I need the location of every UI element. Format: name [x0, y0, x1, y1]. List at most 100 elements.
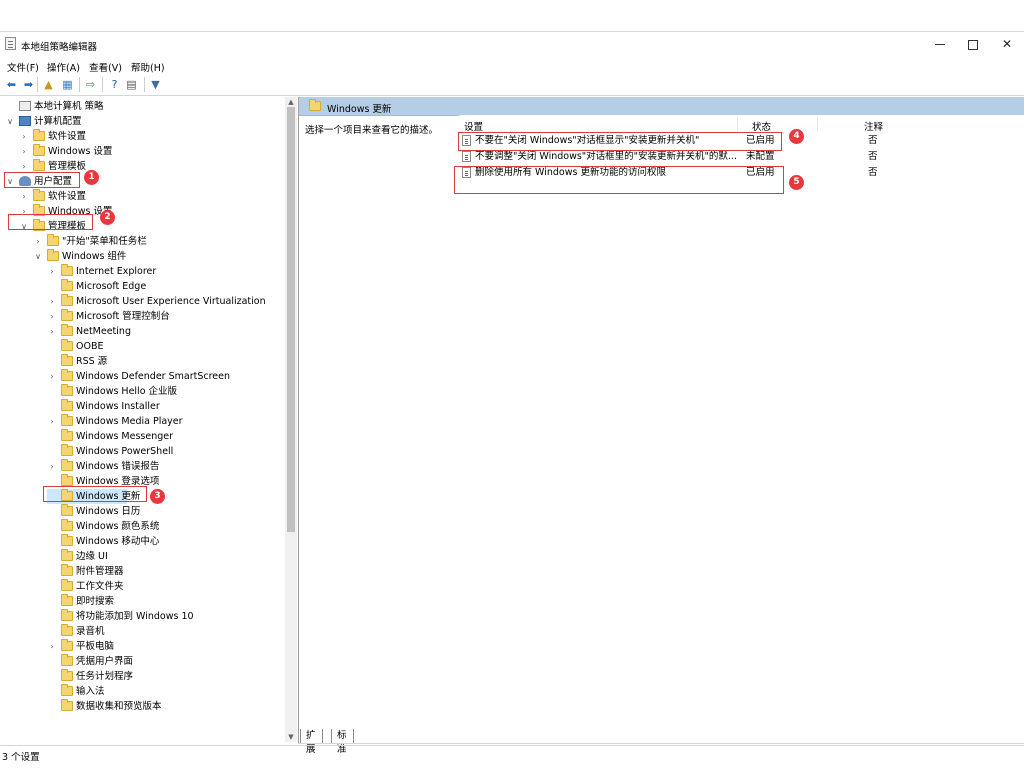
folder-icon: [61, 609, 73, 621]
tree-item-label: Microsoft User Experience Virtualization: [76, 296, 266, 307]
minimize-button[interactable]: [923, 32, 957, 57]
tree-item-label: Windows 移动中心: [76, 536, 160, 547]
folder-icon: [61, 519, 73, 531]
help-icon[interactable]: ?: [107, 77, 122, 92]
setting-comment: 否: [868, 151, 878, 162]
chevron-right-icon[interactable]: ›: [19, 144, 29, 159]
tab-standard[interactable]: 标准: [331, 729, 354, 755]
setting-name: 不要调整"关闭 Windows"对话框里的"安装更新并关机"的默...: [475, 151, 737, 162]
column-setting[interactable]: 设置: [464, 119, 483, 133]
tree-item-label: 即时搜索: [76, 596, 115, 607]
toolbar-separator: [79, 77, 80, 92]
tree-item-label: 录音机: [76, 626, 105, 637]
tree-item-label: Windows 设置: [48, 146, 113, 157]
column-comment[interactable]: 注释: [864, 119, 883, 133]
chevron-right-icon[interactable]: ›: [47, 369, 57, 384]
folder-icon: [61, 279, 73, 291]
title-bar: 本地组策略编辑器 ✕: [0, 32, 1024, 57]
policy-setting-icon: [462, 151, 471, 162]
highlight-user-config: [4, 172, 80, 188]
tree-item-label: Windows Hello 企业版: [76, 386, 178, 397]
folder-icon: [61, 399, 73, 411]
maximize-button[interactable]: [956, 32, 990, 57]
details-header: Windows 更新: [299, 97, 1024, 116]
folder-icon: [61, 579, 73, 591]
folder-icon: [61, 684, 73, 696]
menu-action[interactable]: 操作(A): [47, 60, 80, 74]
tree-item-label: OOBE: [76, 341, 104, 352]
back-arrow-icon[interactable]: ⬅: [4, 77, 19, 92]
folder-icon: [309, 99, 321, 111]
folder-icon: [61, 264, 73, 276]
chevron-right-icon[interactable]: ›: [47, 414, 57, 429]
settings-list: 设置 状态 注释 不要在"关闭 Windows"对话框显示"安装更新并关机" 已启…: [454, 115, 1024, 725]
chevron-right-icon[interactable]: ›: [47, 324, 57, 339]
chevron-right-icon[interactable]: ›: [19, 129, 29, 144]
menu-help[interactable]: 帮助(H): [131, 60, 165, 74]
tree-item-label: 将功能添加到 Windows 10: [76, 611, 194, 622]
tree-item-label: Microsoft Edge: [76, 281, 147, 292]
up-folder-icon[interactable]: ▲: [41, 77, 56, 92]
tree-item-label: 任务计划程序: [76, 671, 134, 682]
forward-arrow-icon[interactable]: ➡: [21, 77, 36, 92]
setting-row[interactable]: 不要调整"关闭 Windows"对话框里的"安装更新并关机"的默... 未配置 否: [454, 149, 1024, 164]
show-hide-tree-icon[interactable]: ▦: [60, 77, 75, 92]
bottom-divider: [298, 743, 1024, 744]
tree-item-label: Windows Installer: [76, 401, 160, 412]
menu-bar: 文件(F) 操作(A) 查看(V) 帮助(H): [0, 58, 1024, 74]
scroll-down-icon[interactable]: ▼: [285, 732, 297, 742]
setting-comment: 否: [868, 167, 878, 178]
tab-extended[interactable]: 扩展: [300, 729, 323, 755]
chevron-down-icon[interactable]: ∨: [5, 114, 15, 129]
folder-icon: [61, 549, 73, 561]
chevron-right-icon[interactable]: ›: [47, 294, 57, 309]
chevron-right-icon[interactable]: ›: [47, 264, 57, 279]
menu-file[interactable]: 文件(F): [7, 60, 39, 74]
folder-icon: [61, 444, 73, 456]
tree-item-label: Windows Media Player: [76, 416, 183, 427]
highlight-setting-1: [458, 132, 782, 151]
close-button[interactable]: ✕: [990, 32, 1024, 57]
filter-icon[interactable]: ▼: [148, 77, 163, 92]
tree-item-label: Windows 错误报告: [76, 461, 160, 472]
folder-icon: [33, 129, 45, 141]
folder-icon: [33, 144, 45, 156]
folder-icon: [61, 504, 73, 516]
folder-icon: [61, 474, 73, 486]
tree-item-label: 平板电脑: [76, 641, 115, 652]
folder-icon: [61, 294, 73, 306]
tree-item-label: 软件设置: [48, 191, 87, 202]
toolbar-divider: [0, 95, 1024, 96]
annotation-badge-2: 2: [100, 210, 115, 225]
tree-item-label: Windows 组件: [62, 251, 127, 262]
column-state[interactable]: 状态: [752, 119, 771, 133]
folder-icon: [33, 159, 45, 171]
column-divider[interactable]: [817, 118, 818, 130]
toolbar: ⬅ ➡ ▲ ▦ ⇨? ▤ ▼: [0, 74, 1024, 94]
folder-icon: [61, 354, 73, 366]
scroll-thumb[interactable]: [287, 107, 295, 532]
folder-icon: [61, 639, 73, 651]
chevron-right-icon[interactable]: ›: [33, 234, 43, 249]
column-divider[interactable]: [737, 118, 738, 130]
highlight-windows-update: [43, 486, 147, 502]
scroll-up-icon[interactable]: ▲: [285, 97, 297, 107]
chevron-right-icon[interactable]: ›: [47, 459, 57, 474]
annotation-badge-1: 1: [84, 170, 99, 185]
folder-icon: [61, 669, 73, 681]
tree-item-label: "开始"菜单和任务栏: [62, 236, 147, 247]
export-list-icon[interactable]: ⇨: [83, 77, 98, 92]
status-bar: 3 个设置: [0, 745, 1024, 763]
menu-view[interactable]: 查看(V): [89, 60, 122, 74]
highlight-admin-templates: [8, 214, 93, 230]
setting-state: 未配置: [746, 151, 775, 162]
chevron-right-icon[interactable]: ›: [47, 639, 57, 654]
tree-item-label: Windows 日历: [76, 506, 141, 517]
folder-icon: [61, 384, 73, 396]
chevron-down-icon[interactable]: ∨: [33, 249, 43, 264]
chevron-right-icon[interactable]: ›: [47, 309, 57, 324]
properties-icon[interactable]: ▤: [124, 77, 139, 92]
computer-config-icon: [19, 116, 31, 126]
chevron-right-icon[interactable]: ›: [19, 189, 29, 204]
tree-scrollbar[interactable]: ▲ ▼: [285, 97, 297, 742]
